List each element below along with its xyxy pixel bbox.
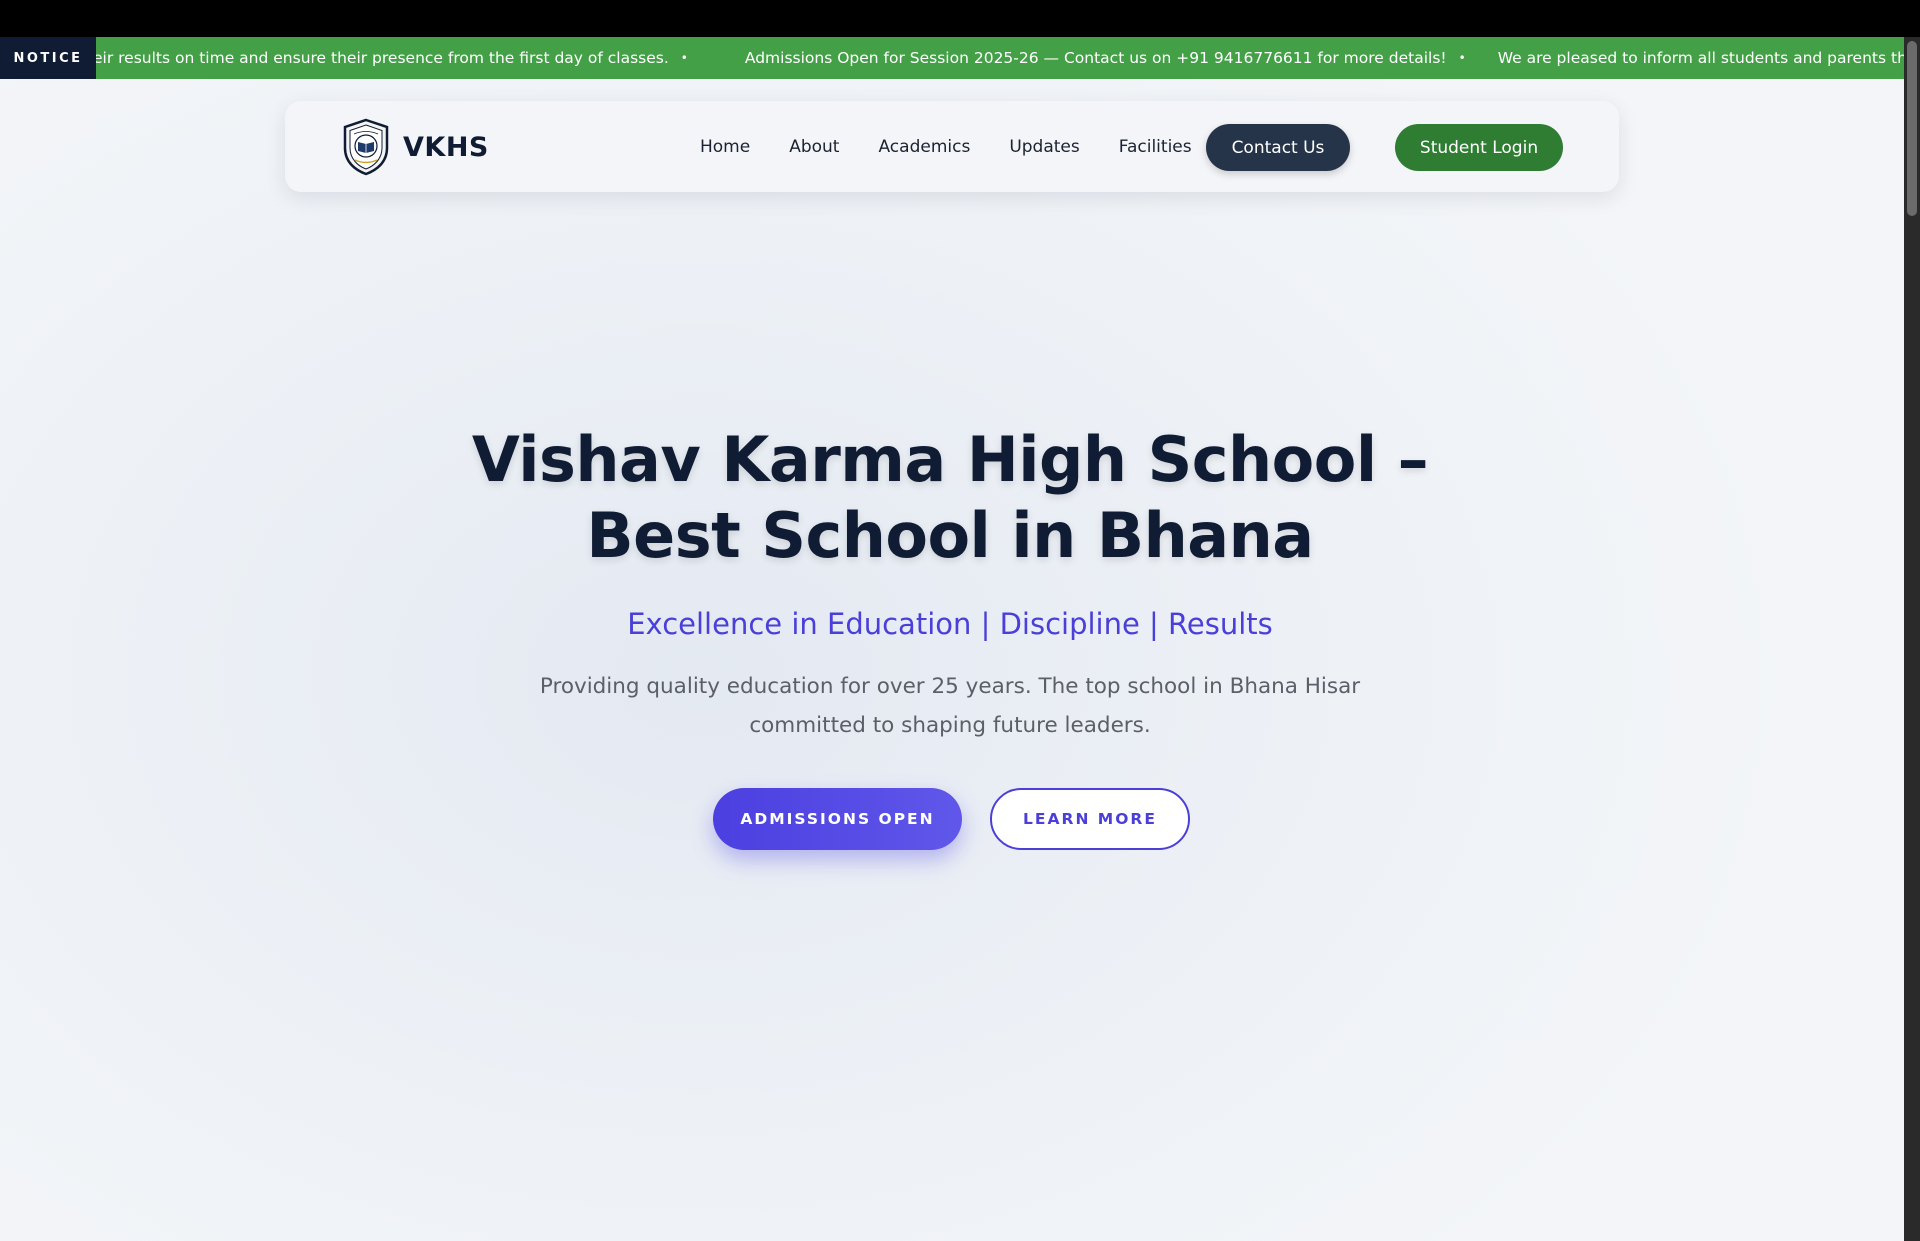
scrollbar-thumb[interactable] [1907, 41, 1917, 216]
navbar: VKHS Home About Academics Updates Facili… [285, 101, 1619, 192]
hero-title-line-1: Vishav Karma High School – [471, 423, 1429, 496]
hero-tagline: Excellence in Education | Discipline | R… [627, 607, 1273, 641]
student-login-button[interactable]: Student Login [1395, 124, 1563, 171]
nav-updates[interactable]: Updates [1009, 137, 1079, 157]
hero-description: Providing quality education for over 25 … [539, 674, 1361, 738]
ticker-separator: • [1458, 51, 1466, 65]
notice-ticker: NOTICE eir results on time and ensure th… [0, 37, 1904, 79]
hero-title: Vishav Karma High School – Best School i… [360, 422, 1540, 574]
ticker-track: eir results on time and ensure their pre… [93, 37, 1904, 79]
admissions-open-button[interactable]: ADMISSIONS OPEN [713, 788, 962, 850]
browser-top-bar [0, 0, 1920, 37]
page-viewport: NOTICE eir results on time and ensure th… [0, 37, 1904, 1241]
brand-name: VKHS [403, 131, 489, 163]
nav-about[interactable]: About [789, 137, 839, 157]
contact-us-button[interactable]: Contact Us [1206, 124, 1350, 171]
ticker-item: We are pleased to inform all students an… [1497, 49, 1904, 67]
ticker-item: Admissions Open for Session 2025-26 — Co… [744, 49, 1447, 67]
learn-more-button[interactable]: LEARN MORE [990, 788, 1190, 850]
school-crest-icon [343, 118, 389, 176]
nav-home[interactable]: Home [700, 137, 750, 157]
brand-link[interactable]: VKHS [341, 118, 489, 176]
notice-label: NOTICE [0, 37, 96, 79]
hero-title-line-2: Best School in Bhana [586, 499, 1314, 572]
nav-links: Home About Academics Updates Facilities [700, 101, 1231, 192]
page-scrollbar[interactable] [1904, 37, 1920, 1241]
nav-academics[interactable]: Academics [878, 137, 970, 157]
nav-facilities[interactable]: Facilities [1119, 137, 1192, 157]
ticker-item: eir results on time and ensure their pre… [93, 49, 669, 67]
ticker-separator: • [680, 51, 688, 65]
